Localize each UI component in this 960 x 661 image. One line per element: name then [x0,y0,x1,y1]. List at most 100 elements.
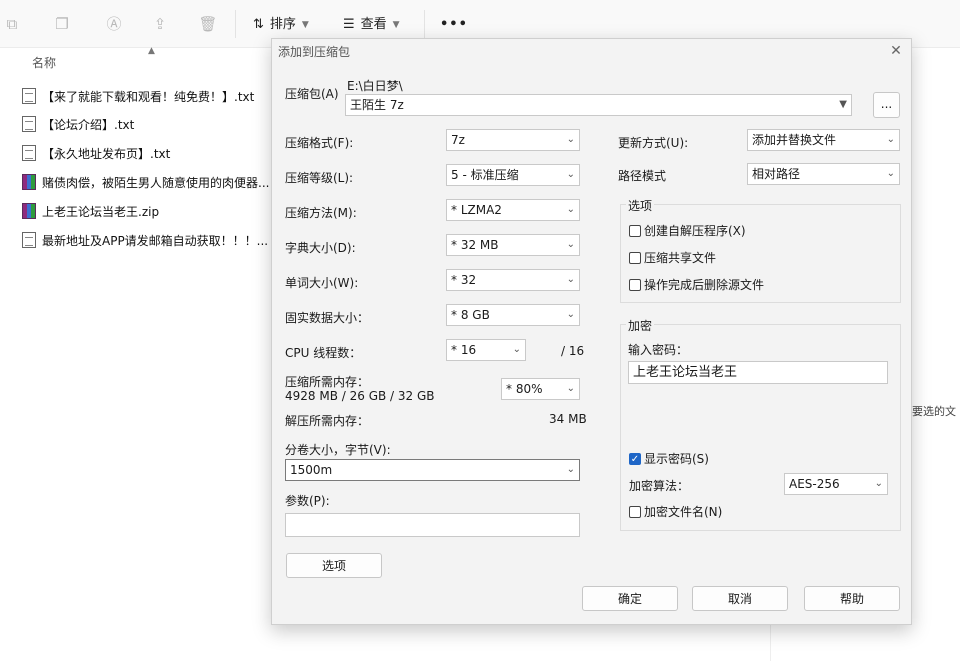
file-name: 【论坛介绍】.txt [42,117,135,132]
threads-total: / 16 [561,344,585,358]
rar-archive-icon [22,203,36,219]
update-label: 更新方式(U): [618,136,689,150]
chevron-down-icon: ⌄ [874,478,883,489]
list-item[interactable]: 上老王论坛当老王.zip [22,200,159,222]
sort-label: 排序 [269,17,296,32]
delete-icon[interactable]: 🗑 [198,14,218,34]
solid-select[interactable]: * 8 GB ⌄ [446,304,580,326]
shared-checkbox[interactable]: 压缩共享文件 [629,249,716,266]
format-value: 7z [451,133,465,147]
more-button[interactable]: ••• [440,14,468,36]
file-name: 【永久地址发布页】.txt [42,146,171,161]
checkbox-box [629,251,641,264]
mem-percent-value: * 80% [506,382,543,396]
show-password-checkbox[interactable]: ✓ 显示密码(S) [629,450,709,467]
txt-file-icon [22,232,36,248]
view-icon: ☰ [343,17,355,32]
txt-file-icon [22,116,36,132]
enc-method-select[interactable]: AES-256 ⌄ [784,473,888,495]
delete-source-checkbox[interactable]: 操作完成后删除源文件 [629,276,764,293]
archive-name-value: 王陌生 7z [350,98,404,112]
close-icon[interactable]: ✕ [887,42,905,60]
sort-ascending-icon: ▲ [148,46,155,56]
sfx-label: 创建自解压程序(X) [644,224,746,238]
mem-decomp-value: 34 MB [549,412,587,426]
list-item[interactable]: 【永久地址发布页】.txt [22,142,170,164]
add-to-archive-dialog: 添加到压缩包 ✕ 压缩包(A) E:\白日梦\ 王陌生 7z ▼ ... 压缩格… [271,38,912,625]
encryption-group-title: 加密 [626,317,655,334]
list-item[interactable]: 最新地址及APP请发邮箱自动获取！！！... [22,229,268,251]
chevron-down-icon: ⌄ [566,464,575,475]
split-value: 1500m [290,463,333,477]
chevron-down-icon: ⌄ [566,239,575,250]
options-group-title: 选项 [626,197,655,214]
list-item[interactable]: 【来了就能下载和观看！纯免费！】.txt [22,85,254,107]
method-value: * LZMA2 [451,203,502,217]
params-input[interactable] [285,513,580,537]
txt-file-icon [22,145,36,161]
password-input[interactable]: 上老王论坛当老王 [628,361,888,384]
help-button[interactable]: 帮助 [804,586,900,611]
list-item[interactable]: 赌债肉偿，被陌生男人随意使用的肉便器... [22,171,269,193]
ok-button[interactable]: 确定 [582,586,678,611]
mem-decomp-label: 解压所需内存： [285,414,370,428]
solid-label: 固实数据大小： [285,311,370,325]
split-input[interactable]: 1500m ⌄ [285,459,580,481]
mem-comp-value: 4928 MB / 26 GB / 32 GB [285,389,435,403]
enc-method-label: 加密算法： [629,479,690,493]
delete-source-label: 操作完成后删除源文件 [644,278,765,292]
params-label: 参数(P): [285,494,330,508]
chevron-down-icon: ⌄ [566,309,575,320]
threads-select[interactable]: * 16 ⌄ [446,339,526,361]
archive-name-input[interactable]: 王陌生 7z ▼ [345,94,852,116]
checkbox-box [629,505,641,518]
method-label: 压缩方法(M): [285,206,357,220]
encrypt-names-checkbox[interactable]: 加密文件名(N) [629,503,722,520]
sfx-checkbox[interactable]: 创建自解压程序(X) [629,222,746,239]
format-label: 压缩格式(F): [285,136,354,150]
chevron-down-icon: ⌄ [566,134,575,145]
level-select[interactable]: 5 - 标准压缩 ⌄ [446,164,580,186]
file-name: 上老王论坛当老王.zip [42,204,160,219]
method-select[interactable]: * LZMA2 ⌄ [446,199,580,221]
share-icon[interactable]: ⇪ [150,14,170,34]
chevron-down-icon: ⌄ [512,344,521,355]
mem-percent-select[interactable]: * 80% ⌄ [501,378,580,400]
copy-icon[interactable]: ❐ [52,14,72,34]
rename-icon[interactable]: Ⓐ [104,14,124,34]
new-icon[interactable]: ⧉ [2,14,22,34]
checkbox-box [629,224,641,237]
path-mode-select[interactable]: 相对路径 ⌄ [747,163,900,185]
format-select[interactable]: 7z ⌄ [446,129,580,151]
update-value: 添加并替换文件 [752,133,837,147]
chevron-down-icon: ⌄ [886,134,895,145]
toolbar-divider [424,10,425,38]
shared-label: 压缩共享文件 [644,251,717,265]
list-item[interactable]: 【论坛介绍】.txt [22,113,134,135]
word-select[interactable]: * 32 ⌄ [446,269,580,291]
archive-path: E:\白日梦\ [347,79,403,93]
sort-icon: ⇅ [253,17,264,32]
enc-method-value: AES-256 [789,477,840,491]
check-icon: ✓ [629,452,641,465]
word-label: 单词大小(W): [285,276,359,290]
dict-select[interactable]: * 32 MB ⌄ [446,234,580,256]
pane-divider [770,620,771,661]
chevron-down-icon: ⌄ [886,168,895,179]
level-label: 压缩等级(L): [285,171,354,185]
dialog-title: 添加到压缩包 [278,45,351,59]
split-label: 分卷大小，字节(V): [285,443,391,457]
view-label: 查看 [360,17,387,32]
cancel-button[interactable]: 取消 [692,586,788,611]
update-select[interactable]: 添加并替换文件 ⌄ [747,129,900,151]
browse-button[interactable]: ... [873,92,900,118]
password-label: 输入密码： [628,343,689,357]
view-button[interactable]: ☰ 查看 ▼ [343,14,400,36]
options-button[interactable]: 选项 [286,553,382,578]
path-mode-value: 相对路径 [752,167,801,181]
archive-label: 压缩包(A) [285,87,339,101]
checkbox-box [629,278,641,291]
column-header-name[interactable]: 名称 [32,54,56,71]
show-password-label: 显示密码(S) [644,452,709,466]
sort-button[interactable]: ⇅ 排序 ▼ [253,14,309,36]
